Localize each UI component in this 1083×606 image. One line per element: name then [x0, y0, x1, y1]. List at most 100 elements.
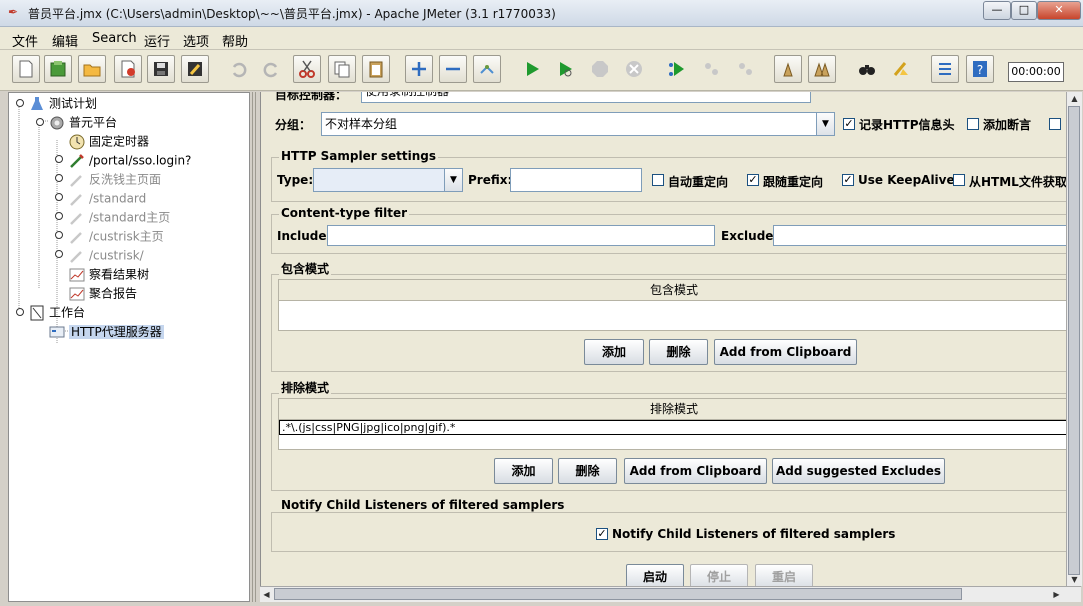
tree-node-constant-timer[interactable]: 固定定时器 — [69, 132, 149, 150]
target-controller-combo[interactable]: 使用录制控制器 — [361, 92, 811, 103]
paste-icon[interactable] — [362, 55, 390, 83]
tree-toggle[interactable] — [55, 212, 63, 220]
tree-toggle[interactable] — [55, 174, 63, 182]
follow-redirect-checkbox[interactable]: ✓ — [747, 174, 759, 186]
cut-icon[interactable] — [293, 55, 321, 83]
type-combo[interactable]: ▼ — [313, 168, 463, 192]
restart-button[interactable]: 重启 — [755, 564, 813, 586]
include-input[interactable] — [327, 225, 715, 246]
stop-button[interactable]: 停止 — [690, 564, 748, 586]
remote-stop-icon[interactable] — [697, 55, 725, 83]
include-table-body[interactable] — [278, 301, 1067, 331]
include-add-button[interactable]: 添加 — [584, 339, 644, 365]
tree-node-sampler-disabled[interactable]: /custrisk主页 — [69, 227, 164, 245]
menu-file[interactable]: 文件 — [12, 31, 38, 50]
horizontal-scroll-thumb[interactable] — [274, 588, 962, 600]
tree-node-thread-group[interactable]: 普元平台 — [49, 113, 117, 131]
regex-match-checkbox[interactable] — [1049, 118, 1061, 130]
tree-toggle[interactable] — [55, 155, 63, 163]
exclude-table-header[interactable]: 排除模式 — [278, 398, 1067, 420]
vertical-scrollbar[interactable]: ▲ ▼ — [1066, 92, 1082, 586]
prefix-input[interactable] — [510, 168, 642, 192]
add-suggested-excludes-button[interactable]: Add suggested Excludes — [772, 458, 945, 484]
clear-all-icon[interactable] — [808, 55, 836, 83]
tree-toggle[interactable] — [55, 250, 63, 258]
tree-toggle[interactable] — [16, 99, 24, 107]
new-icon[interactable] — [12, 55, 40, 83]
tree-node-sampler-disabled[interactable]: /standard — [69, 189, 146, 207]
menu-search[interactable]: Search — [92, 31, 137, 46]
menu-edit[interactable]: 编辑 — [52, 31, 78, 50]
save-icon[interactable] — [147, 55, 175, 83]
menu-run[interactable]: 运行 — [144, 31, 170, 50]
retrieve-embedded-checkbox[interactable] — [953, 174, 965, 186]
vertical-scroll-thumb[interactable] — [1068, 106, 1080, 575]
function-helper-icon[interactable] — [931, 55, 959, 83]
shutdown-icon[interactable] — [620, 55, 648, 83]
scroll-right-icon[interactable]: ▶ — [1050, 588, 1063, 601]
copy-icon[interactable] — [328, 55, 356, 83]
menu-help[interactable]: 帮助 — [222, 31, 248, 50]
undo-icon[interactable] — [224, 55, 252, 83]
tree-toggle[interactable] — [55, 193, 63, 201]
splitter[interactable] — [250, 92, 258, 602]
chevron-down-icon[interactable]: ▼ — [444, 169, 462, 191]
exclude-add-button[interactable]: 添加 — [494, 458, 553, 484]
scroll-down-icon[interactable]: ▼ — [1068, 573, 1081, 586]
tree-node-aggregate-report[interactable]: 聚合报告 — [69, 284, 137, 302]
tree-toggle[interactable] — [16, 308, 24, 316]
add-assertions-checkbox[interactable] — [967, 118, 979, 130]
close-file-icon[interactable] — [114, 55, 142, 83]
templates-icon[interactable] — [44, 55, 72, 83]
tree-node-sampler-disabled[interactable]: /standard主页 — [69, 208, 170, 226]
help-icon[interactable]: ? — [966, 55, 994, 83]
include-label: Include: — [277, 229, 332, 243]
redo-icon[interactable] — [258, 55, 286, 83]
tree-node-sampler-sso-login[interactable]: /portal/sso.login? — [69, 151, 191, 169]
table-row[interactable]: .*\.(js|css|PNG|jpg|ico|png|gif).* — [279, 420, 1067, 435]
remote-start-icon[interactable] — [663, 55, 691, 83]
grouping-combo[interactable]: 不对样本分组 ▼ — [321, 112, 835, 136]
start-button[interactable]: 启动 — [626, 564, 684, 586]
clear-icon[interactable] — [774, 55, 802, 83]
open-icon[interactable] — [78, 55, 106, 83]
exclude-table-body[interactable]: .*\.(js|css|PNG|jpg|ico|png|gif).* — [278, 420, 1067, 450]
remote-shutdown-icon[interactable] — [731, 55, 759, 83]
search-icon[interactable] — [853, 55, 881, 83]
tree-node-test-plan[interactable]: 测试计划 — [29, 94, 97, 112]
tree-node-results-tree[interactable]: 察看结果树 — [69, 265, 149, 283]
tree-node-sampler-disabled[interactable]: 反洗钱主页面 — [69, 170, 161, 188]
maximize-button[interactable]: □ — [1011, 1, 1037, 20]
include-delete-button[interactable]: 删除 — [649, 339, 708, 365]
include-table-header[interactable]: 包含模式 — [278, 279, 1067, 301]
record-headers-checkbox[interactable]: ✓ — [843, 118, 855, 130]
start-icon[interactable] — [518, 55, 546, 83]
reset-search-icon[interactable] — [887, 55, 915, 83]
notify-checkbox[interactable]: ✓ — [596, 528, 608, 540]
collapse-all-icon[interactable] — [439, 55, 467, 83]
close-button[interactable]: ✕ — [1037, 1, 1081, 20]
stop-icon[interactable] — [586, 55, 614, 83]
menu-options[interactable]: 选项 — [183, 31, 209, 50]
tree-node-http-proxy[interactable]: HTTP代理服务器 — [49, 322, 164, 340]
exclude-input[interactable] — [773, 225, 1067, 246]
include-add-clipboard-button[interactable]: Add from Clipboard — [714, 339, 857, 365]
tree-node-sampler-disabled[interactable]: /custrisk/ — [69, 246, 144, 264]
auto-redirect-checkbox[interactable] — [652, 174, 664, 186]
keepalive-checkbox[interactable]: ✓ — [842, 174, 854, 186]
tree-toggle[interactable] — [55, 231, 63, 239]
scroll-up-icon[interactable]: ▲ — [1068, 92, 1081, 105]
exclude-delete-button[interactable]: 删除 — [558, 458, 617, 484]
tree-toggle[interactable] — [36, 118, 44, 126]
save-screen-icon[interactable] — [181, 55, 209, 83]
minimize-button[interactable]: — — [983, 1, 1011, 20]
chevron-down-icon[interactable]: ▼ — [816, 113, 834, 135]
exclude-add-clipboard-button[interactable]: Add from Clipboard — [624, 458, 767, 484]
horizontal-scrollbar[interactable]: ◀ ▶ — [260, 586, 1081, 602]
toggle-icon[interactable] — [473, 55, 501, 83]
scroll-left-icon[interactable]: ◀ — [260, 588, 273, 601]
tree-node-workbench[interactable]: 工作台 — [29, 303, 85, 321]
expand-all-icon[interactable] — [405, 55, 433, 83]
menu-bar: 文件 编辑 Search 运行 选项 帮助 — [0, 27, 1083, 50]
start-no-pauses-icon[interactable] — [551, 55, 579, 83]
